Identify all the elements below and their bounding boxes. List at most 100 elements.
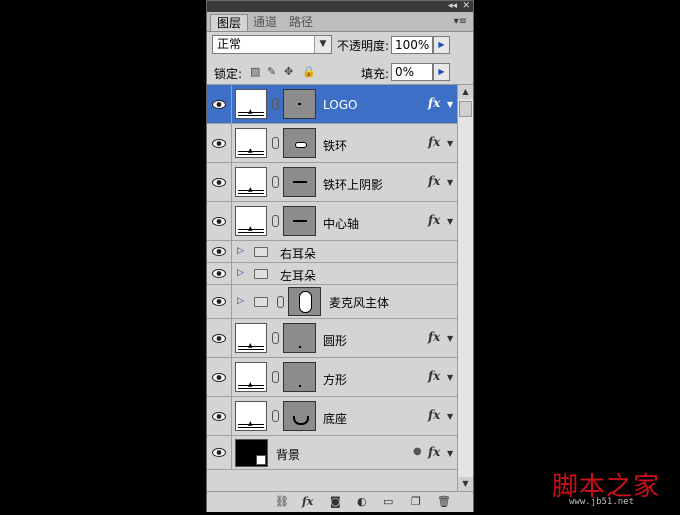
group-name[interactable]: 左耳朵 (280, 267, 316, 284)
eye-icon[interactable] (212, 269, 226, 278)
fx-icon[interactable]: fx (428, 96, 440, 110)
link-chain-icon[interactable] (272, 332, 279, 344)
link-chain-icon[interactable] (277, 296, 284, 308)
fx-icon[interactable]: fx (428, 330, 440, 344)
layer-row[interactable]: ▲ 铁环 fx ▼ (207, 124, 457, 163)
lock-transparent-icon[interactable]: ▧ (250, 65, 260, 78)
fx-icon[interactable]: fx (428, 213, 440, 227)
link-chain-icon[interactable] (272, 410, 279, 422)
expand-group-icon[interactable]: ▷ (237, 296, 244, 306)
collapse-icon[interactable]: ◂◂ (448, 1, 457, 12)
layer-row[interactable]: ▲ LOGO fx ▼ (207, 85, 457, 124)
layer-name[interactable]: 铁环上阴影 (323, 176, 383, 193)
eye-icon[interactable] (212, 247, 226, 256)
visibility-cell[interactable] (207, 124, 232, 162)
blend-mode-select[interactable]: 正常 ▼ (212, 35, 332, 54)
opacity-slider-button[interactable]: ▶ (433, 36, 450, 54)
layer-row[interactable]: 背景 ● fx ▼ (207, 436, 457, 470)
layer-group-row[interactable]: ▷ 左耳朵 (207, 263, 457, 285)
layer-group-row[interactable]: ▷ 麦克风主体 (207, 285, 457, 319)
visibility-cell[interactable] (207, 241, 232, 262)
visibility-cell[interactable] (207, 163, 232, 201)
eye-icon[interactable] (212, 373, 226, 382)
new-group-icon[interactable]: ▭ (383, 495, 393, 508)
layer-row[interactable]: ▲ 铁环上阴影 fx ▼ (207, 163, 457, 202)
fill-input[interactable]: 0% (391, 63, 433, 81)
scroll-thumb[interactable] (459, 101, 472, 117)
add-style-fx-icon[interactable]: fx (302, 495, 313, 508)
fx-icon[interactable]: fx (428, 135, 440, 149)
visibility-cell[interactable] (207, 358, 232, 396)
eye-icon[interactable] (212, 297, 226, 306)
vector-mask-thumbnail (283, 89, 316, 119)
tab-layers[interactable]: 图层 (210, 14, 249, 31)
tab-paths[interactable]: 路径 (283, 14, 319, 31)
scroll-down-icon[interactable]: ▼ (458, 477, 473, 491)
expand-effects-icon[interactable]: ▼ (447, 334, 453, 343)
opacity-input[interactable]: 100% (391, 36, 433, 54)
lock-brush-icon[interactable]: ✎ (267, 65, 276, 78)
eye-icon[interactable] (212, 412, 226, 421)
eye-icon[interactable] (212, 217, 226, 226)
expand-effects-icon[interactable]: ▼ (447, 217, 453, 226)
close-icon[interactable]: ✕ (462, 1, 470, 12)
visibility-cell[interactable] (207, 263, 232, 284)
layers-scrollbar[interactable]: ▲ ▼ (457, 85, 473, 491)
expand-group-icon[interactable]: ▷ (237, 268, 244, 278)
scroll-up-icon[interactable]: ▲ (458, 85, 473, 99)
fill-slider-button[interactable]: ▶ (433, 63, 450, 81)
fx-icon[interactable]: fx (428, 369, 440, 383)
eye-icon[interactable] (212, 178, 226, 187)
eye-icon[interactable] (212, 139, 226, 148)
tab-channels[interactable]: 通道 (247, 14, 283, 31)
eye-icon[interactable] (212, 100, 226, 109)
visibility-cell[interactable] (207, 202, 232, 240)
visibility-cell[interactable] (207, 397, 232, 435)
link-chain-icon[interactable] (272, 176, 279, 188)
layer-row[interactable]: ▲ 圆形 fx ▼ (207, 319, 457, 358)
layer-name[interactable]: 底座 (323, 410, 347, 427)
expand-effects-icon[interactable]: ▼ (447, 373, 453, 382)
layer-name[interactable]: 背景 (276, 446, 300, 463)
expand-effects-icon[interactable]: ▼ (447, 100, 453, 109)
lock-all-icon[interactable]: 🔒 (302, 65, 316, 78)
link-chain-icon[interactable] (272, 137, 279, 149)
expand-group-icon[interactable]: ▷ (237, 246, 244, 256)
expand-effects-icon[interactable]: ▼ (447, 139, 453, 148)
link-chain-icon[interactable] (272, 98, 279, 110)
lock-move-icon[interactable]: ✥ (284, 65, 293, 78)
fx-icon[interactable]: fx (428, 445, 440, 459)
visibility-cell[interactable] (207, 285, 232, 318)
eye-icon[interactable] (212, 448, 226, 457)
group-name[interactable]: 麦克风主体 (329, 294, 389, 311)
layer-name[interactable]: 方形 (323, 371, 347, 388)
layer-name[interactable]: 圆形 (323, 332, 347, 349)
link-chain-icon[interactable] (272, 371, 279, 383)
fx-icon[interactable]: fx (428, 174, 440, 188)
layer-name[interactable]: 中心轴 (323, 215, 359, 232)
delete-layer-icon[interactable]: 🗑 (437, 495, 451, 508)
visibility-cell[interactable] (207, 436, 232, 469)
panel-menu-icon[interactable]: ▾≡ (454, 16, 467, 27)
visibility-cell[interactable] (207, 319, 232, 357)
fx-icon[interactable]: fx (428, 408, 440, 422)
layer-thumbnail: ▲ (235, 167, 267, 197)
eye-icon[interactable] (212, 334, 226, 343)
layer-row[interactable]: ▲ 中心轴 fx ▼ (207, 202, 457, 241)
link-layers-icon[interactable]: ⛓ (275, 495, 289, 508)
add-mask-icon[interactable]: ◙ (330, 495, 341, 508)
layer-row[interactable]: ▲ 方形 fx ▼ (207, 358, 457, 397)
expand-effects-icon[interactable]: ▼ (447, 412, 453, 421)
visibility-cell[interactable] (207, 85, 232, 123)
new-layer-icon[interactable]: ❐ (411, 495, 421, 508)
adjustment-layer-icon[interactable]: ◐ (357, 495, 367, 508)
expand-effects-icon[interactable]: ▼ (447, 178, 453, 187)
layer-group-row[interactable]: ▷ 右耳朵 (207, 241, 457, 263)
expand-effects-icon[interactable]: ▼ (447, 449, 453, 458)
link-chain-icon[interactable] (272, 215, 279, 227)
layer-row[interactable]: ▲ 底座 fx ▼ (207, 397, 457, 436)
group-name[interactable]: 右耳朵 (280, 245, 316, 262)
chevron-down-icon[interactable]: ▼ (314, 36, 331, 53)
layer-name[interactable]: LOGO (323, 98, 357, 112)
layer-name[interactable]: 铁环 (323, 137, 347, 154)
